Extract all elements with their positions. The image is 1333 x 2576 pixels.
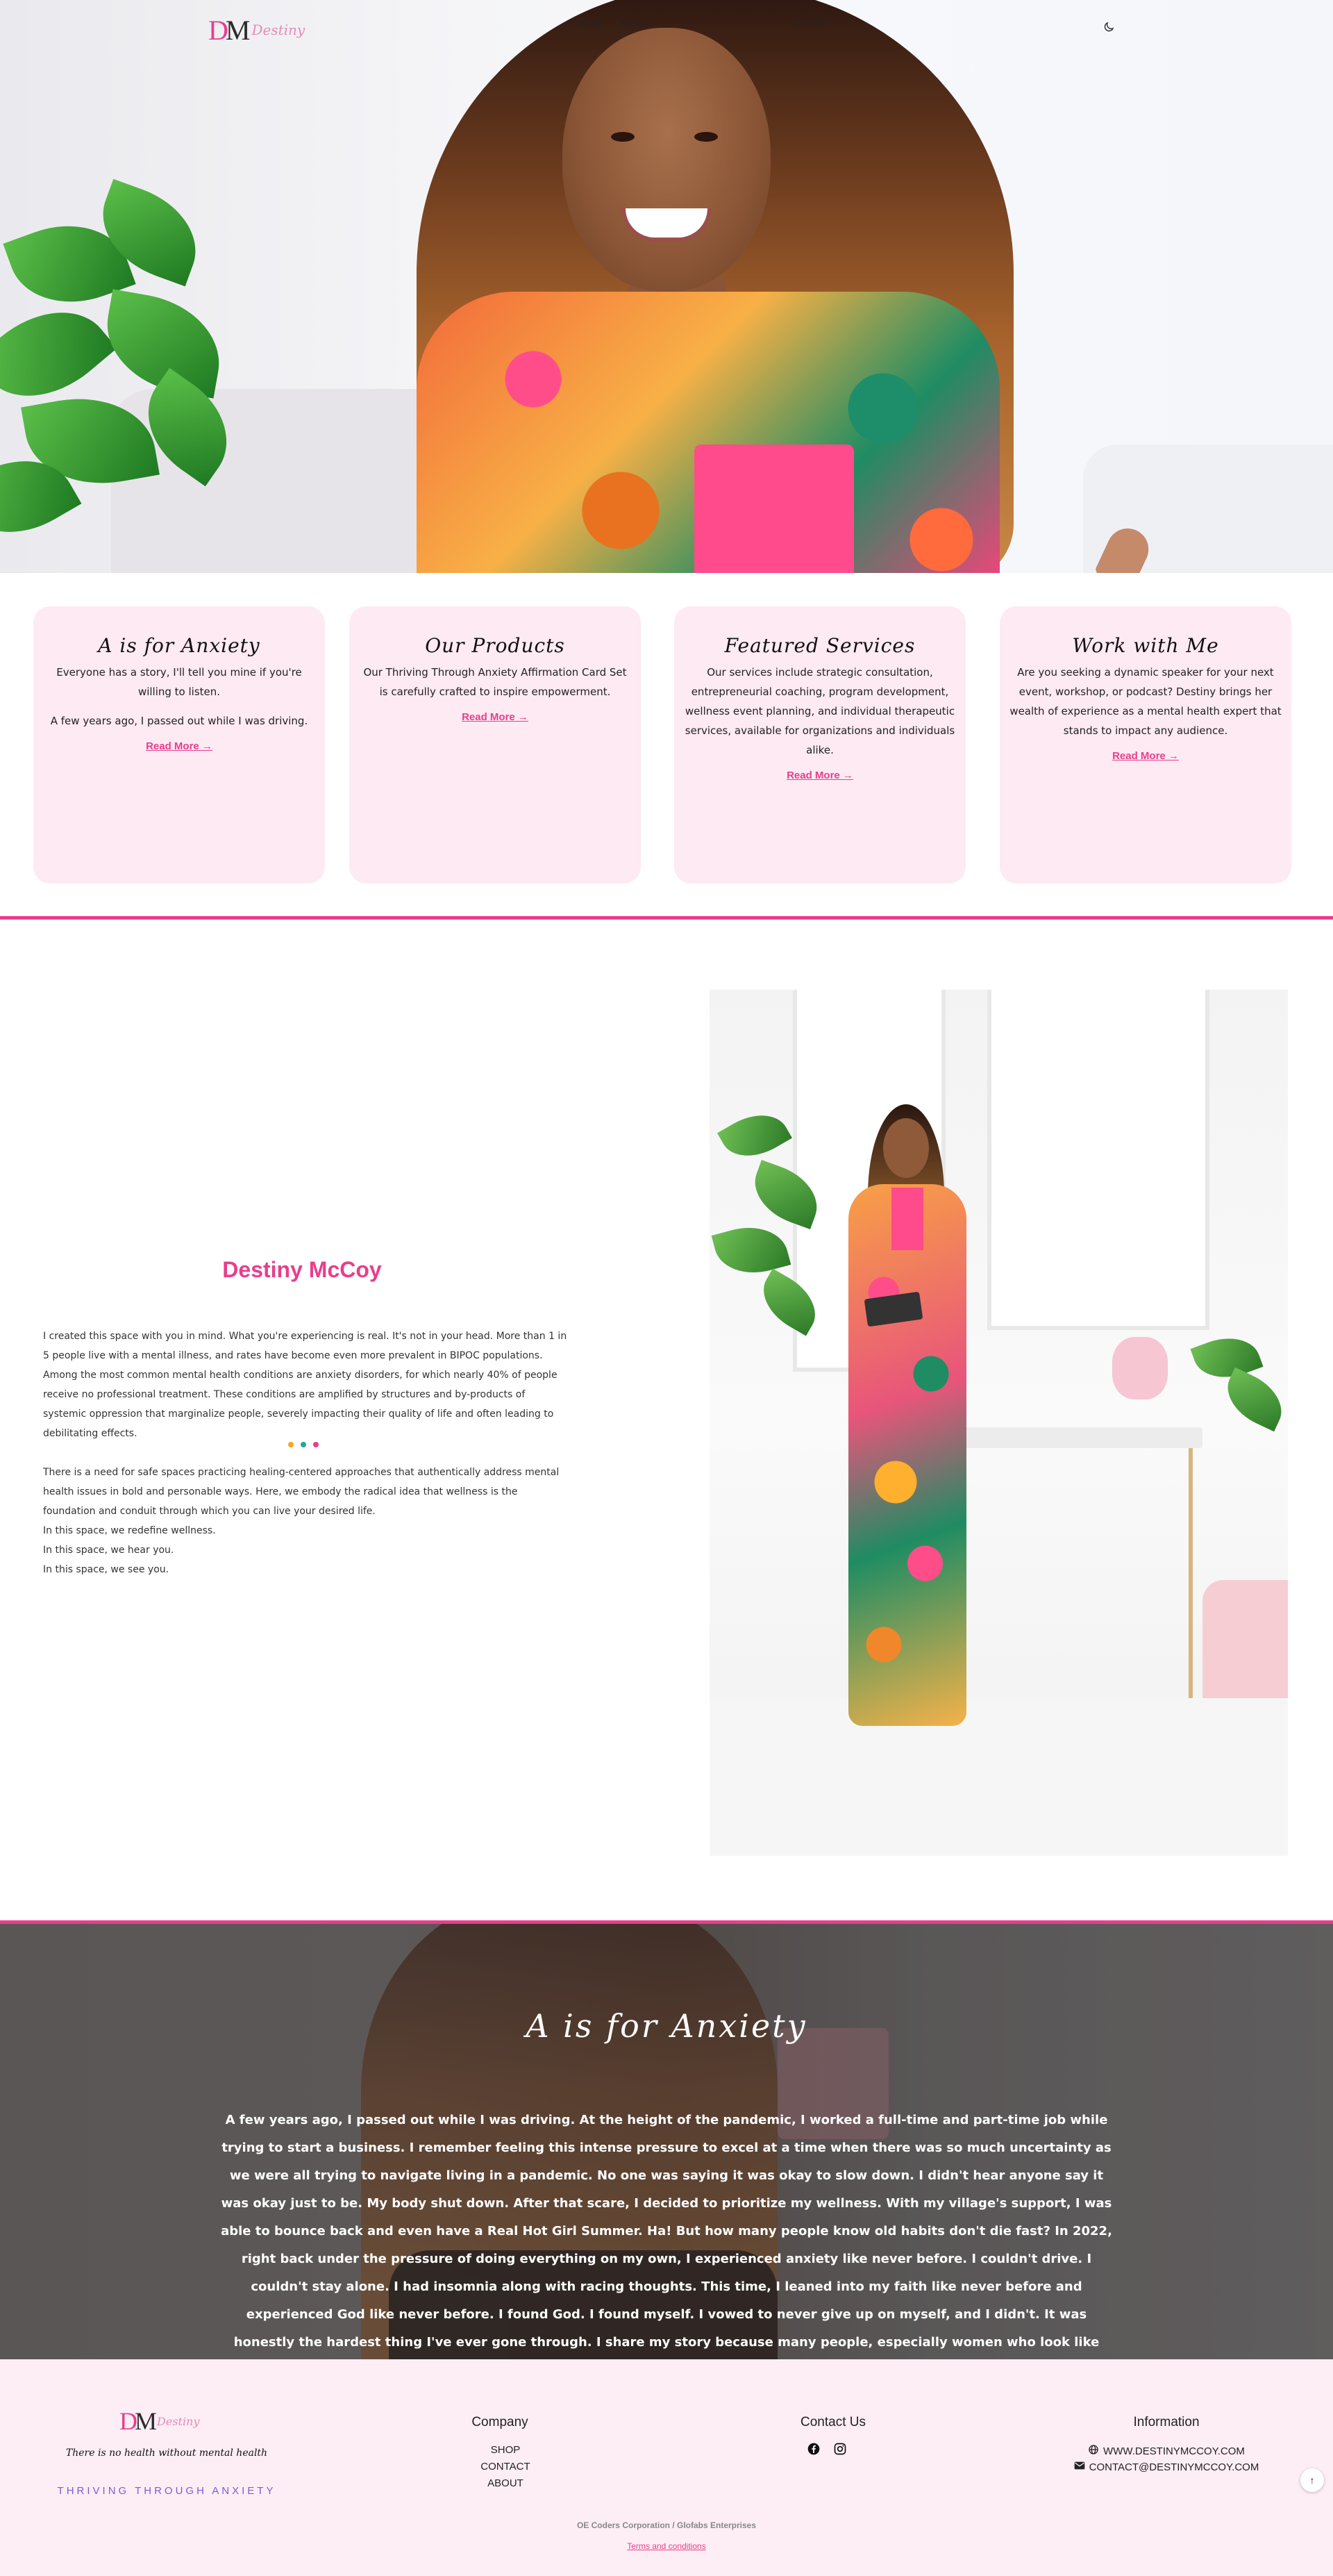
- card-services: Featured Services Our services include s…: [674, 606, 966, 883]
- footer-email[interactable]: CONTACT@DESTINYMCCOY.COM: [1062, 2461, 1271, 2473]
- card-work-with-me: Work with Me Are you seeking a dynamic s…: [1000, 606, 1291, 883]
- read-more-link[interactable]: Read More →: [787, 770, 853, 781]
- site-logo[interactable]: DM Destiny: [208, 13, 305, 47]
- globe-icon: [1088, 2444, 1099, 2458]
- card-title: A is for Anxiety: [98, 634, 260, 657]
- about-name: Destiny McCoy: [222, 1257, 382, 1282]
- top-navbar: DM Destiny HOME ABOUT CONTACT: [0, 0, 1333, 56]
- social-links: [807, 2442, 847, 2459]
- arrow-up-icon: ↑: [1309, 2475, 1315, 2486]
- site-footer: DM Destiny There is no health without me…: [0, 2359, 1333, 2576]
- nav-contact-link[interactable]: CONTACT: [790, 19, 830, 28]
- footer-contact-title: Contact Us: [800, 2415, 866, 2429]
- footer-shop-link[interactable]: SHOP: [401, 2444, 610, 2456]
- footer-thrive-text: THRIVING THROUGH ANXIETY: [57, 2485, 276, 2497]
- instagram-icon[interactable]: [833, 2442, 847, 2459]
- envelope-icon: [1074, 2461, 1085, 2473]
- card-title: Featured Services: [724, 634, 916, 657]
- photo-woman-suit: [848, 1184, 966, 1726]
- footer-copyright: OE Coders Corporation / Glofabs Enterpri…: [576, 2520, 757, 2530]
- about-photo: [710, 990, 1288, 1856]
- card-text: Everyone has a story, I'll tell you mine…: [56, 666, 302, 698]
- about-section: Destiny McCoy I created this space with …: [0, 920, 1333, 1920]
- card-products: Our Products Our Thriving Through Anxiet…: [349, 606, 641, 883]
- about-paragraph-2: There is a need for safe spaces practici…: [43, 1467, 560, 1517]
- nav-about-link[interactable]: ABOUT: [620, 19, 648, 28]
- footer-logo[interactable]: DM Destiny: [119, 2405, 217, 2437]
- moon-icon[interactable]: [1103, 21, 1115, 33]
- card-text: Our Thriving Through Anxiety Affirmation…: [363, 666, 627, 698]
- story-title: A is for Anxiety: [526, 2007, 807, 2045]
- card-anxiety: A is for Anxiety Everyone has a story, I…: [33, 606, 325, 883]
- logo-script: Destiny: [251, 22, 305, 38]
- card-title: Work with Me: [1072, 634, 1219, 657]
- about-paragraph-1: I created this space with you in mind. W…: [43, 1331, 567, 1439]
- story-section: A is for Anxiety A few years ago, I pass…: [0, 1924, 1333, 2359]
- hero-section: DM Destiny HOME ABOUT CONTACT: [0, 0, 1333, 573]
- nav-home-link[interactable]: HOME: [578, 19, 603, 28]
- facebook-icon[interactable]: [807, 2442, 821, 2459]
- footer-tagline: There is no health without mental health: [65, 2448, 268, 2459]
- about-line-3: In this space, we see you.: [43, 1564, 169, 1575]
- about-line-1: In this space, we redefine wellness.: [43, 1525, 216, 1536]
- card-text-2: A few years ago, I passed out while I wa…: [50, 715, 308, 727]
- read-more-link[interactable]: Read More →: [462, 711, 528, 723]
- card-title: Our Products: [425, 634, 565, 657]
- scroll-to-top-button[interactable]: ↑: [1300, 2468, 1324, 2492]
- hero-portrait-face: [562, 28, 771, 292]
- story-text: A few years ago, I passed out while I wa…: [221, 2113, 1112, 2350]
- card-text: Our services include strategic consultat…: [685, 666, 955, 756]
- card-text: Are you seeking a dynamic speaker for yo…: [1009, 666, 1282, 737]
- footer-about-link[interactable]: ABOUT: [401, 2477, 610, 2489]
- feature-cards-section: A is for Anxiety Everyone has a story, I…: [0, 573, 1333, 917]
- section-divider: [0, 916, 1333, 920]
- decorative-dots: [288, 1442, 319, 1447]
- footer-contact-link[interactable]: CONTACT: [401, 2461, 610, 2473]
- footer-info-title: Information: [1133, 2415, 1200, 2429]
- terms-link[interactable]: Terms and conditions: [0, 2541, 1333, 2551]
- about-line-2: In this space, we hear you.: [43, 1545, 174, 1556]
- photo-woman-face: [883, 1118, 929, 1178]
- footer-website[interactable]: WWW.DESTINYMCCOY.COM: [1062, 2444, 1271, 2458]
- footer-company-title: Company: [471, 2415, 528, 2429]
- hero-plant: [0, 178, 264, 573]
- read-more-link[interactable]: Read More →: [1112, 750, 1179, 762]
- read-more-link[interactable]: Read More →: [146, 740, 212, 752]
